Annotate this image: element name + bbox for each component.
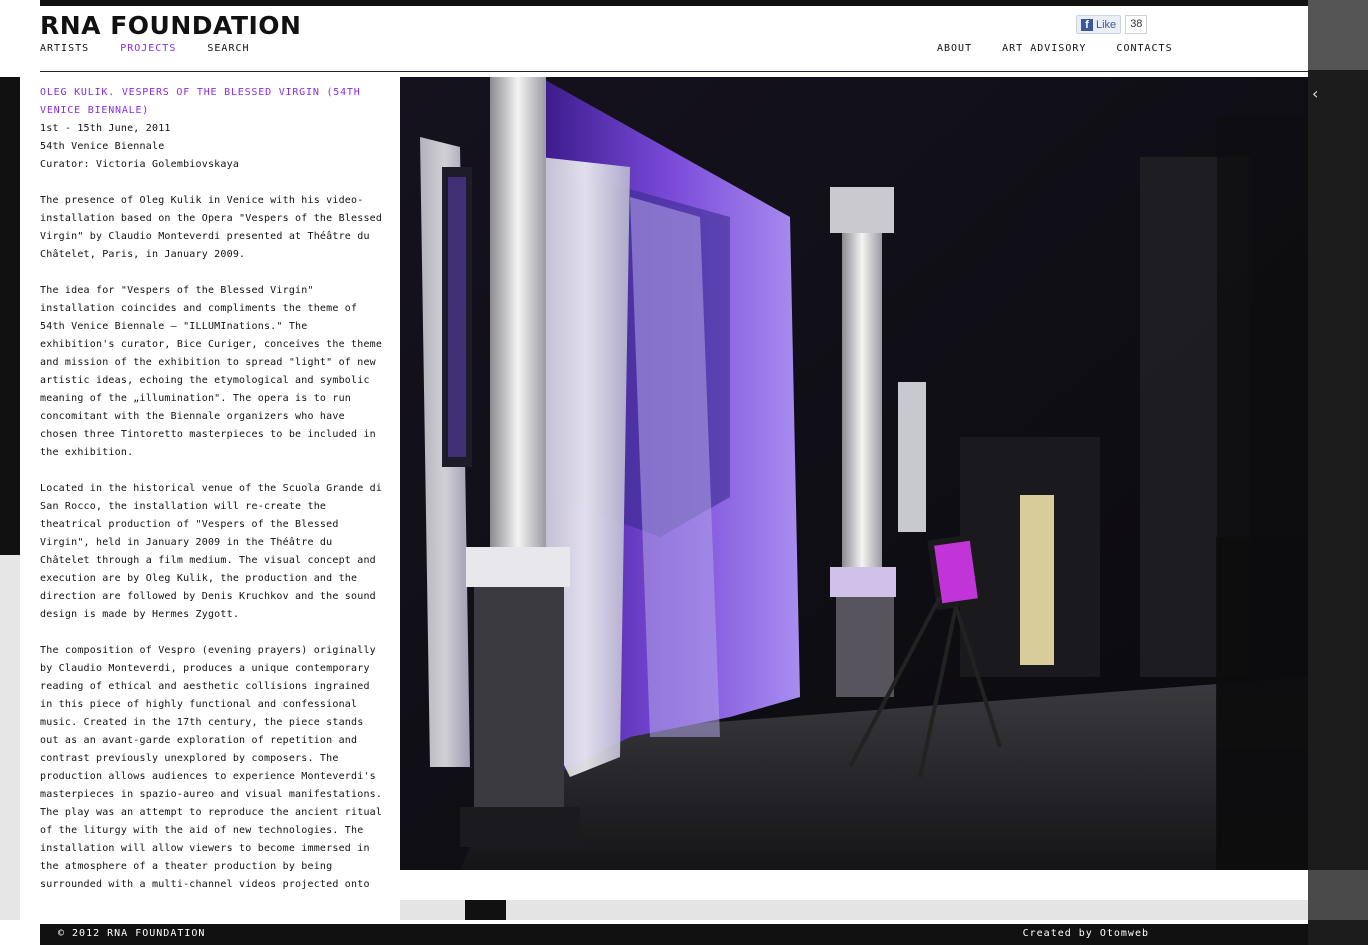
header-divider <box>40 71 1308 72</box>
article-paragraph: Located in the historical venue of the S… <box>40 483 383 620</box>
project-curator: Curator: Victoria Golembiovskaya <box>40 159 240 170</box>
right-strip-top <box>1308 0 1368 70</box>
footer-copyright: © 2012 RNA FOUNDATION <box>58 928 206 939</box>
secondary-nav: ABOUT ART ADVISORY CONTACTS <box>937 43 1173 54</box>
nav-search[interactable]: SEARCH <box>207 43 249 54</box>
left-side-strip-lower <box>0 555 20 920</box>
project-article: OLEG KULIK. VESPERS OF THE BLESSED VIRGI… <box>40 84 385 918</box>
project-venue: 54th Venice Biennale <box>40 141 165 152</box>
facebook-like-button[interactable]: f Like <box>1076 15 1122 34</box>
project-dates: 1st - 15th June, 2011 <box>40 123 171 134</box>
primary-nav: ARTISTS PROJECTS SEARCH <box>40 43 274 54</box>
facebook-like-label: Like <box>1096 18 1117 31</box>
thumbnail-active[interactable] <box>465 900 506 920</box>
top-bar <box>40 0 1308 6</box>
nav-artists[interactable]: ARTISTS <box>40 43 89 54</box>
project-meta: 1st - 15th June, 2011 54th Venice Bienna… <box>40 120 385 174</box>
site-logo[interactable]: RNA FOUNDATION <box>40 11 301 40</box>
article-paragraph: The idea for "Vespers of the Blessed Vir… <box>40 285 383 458</box>
right-side-strip <box>1308 0 1368 945</box>
article-paragraph: The presence of Oleg Kulik in Venice wit… <box>40 195 383 260</box>
installation-photo <box>400 77 1308 870</box>
article-paragraph: The composition of Vespro (evening praye… <box>40 645 383 890</box>
site-footer: © 2012 RNA FOUNDATION Created by Otomweb <box>40 924 1308 945</box>
facebook-like-widget: f Like 38 <box>1076 15 1148 34</box>
gallery-image[interactable] <box>400 77 1308 870</box>
nav-contacts[interactable]: CONTACTS <box>1116 43 1172 54</box>
facebook-icon: f <box>1081 18 1093 31</box>
right-strip-bottom <box>1308 870 1368 920</box>
thumbnail-strip <box>400 900 1308 920</box>
nav-about[interactable]: ABOUT <box>937 43 972 54</box>
facebook-like-count: 38 <box>1125 15 1148 34</box>
chevron-left-icon[interactable]: ‹ <box>1312 84 1318 103</box>
nav-art-advisory[interactable]: ART ADVISORY <box>1002 43 1086 54</box>
left-side-strip <box>0 77 20 555</box>
footer-credit-link[interactable]: Created by Otomweb <box>1023 928 1149 939</box>
project-title: OLEG KULIK. VESPERS OF THE BLESSED VIRGI… <box>40 87 361 116</box>
nav-projects[interactable]: PROJECTS <box>120 43 176 54</box>
